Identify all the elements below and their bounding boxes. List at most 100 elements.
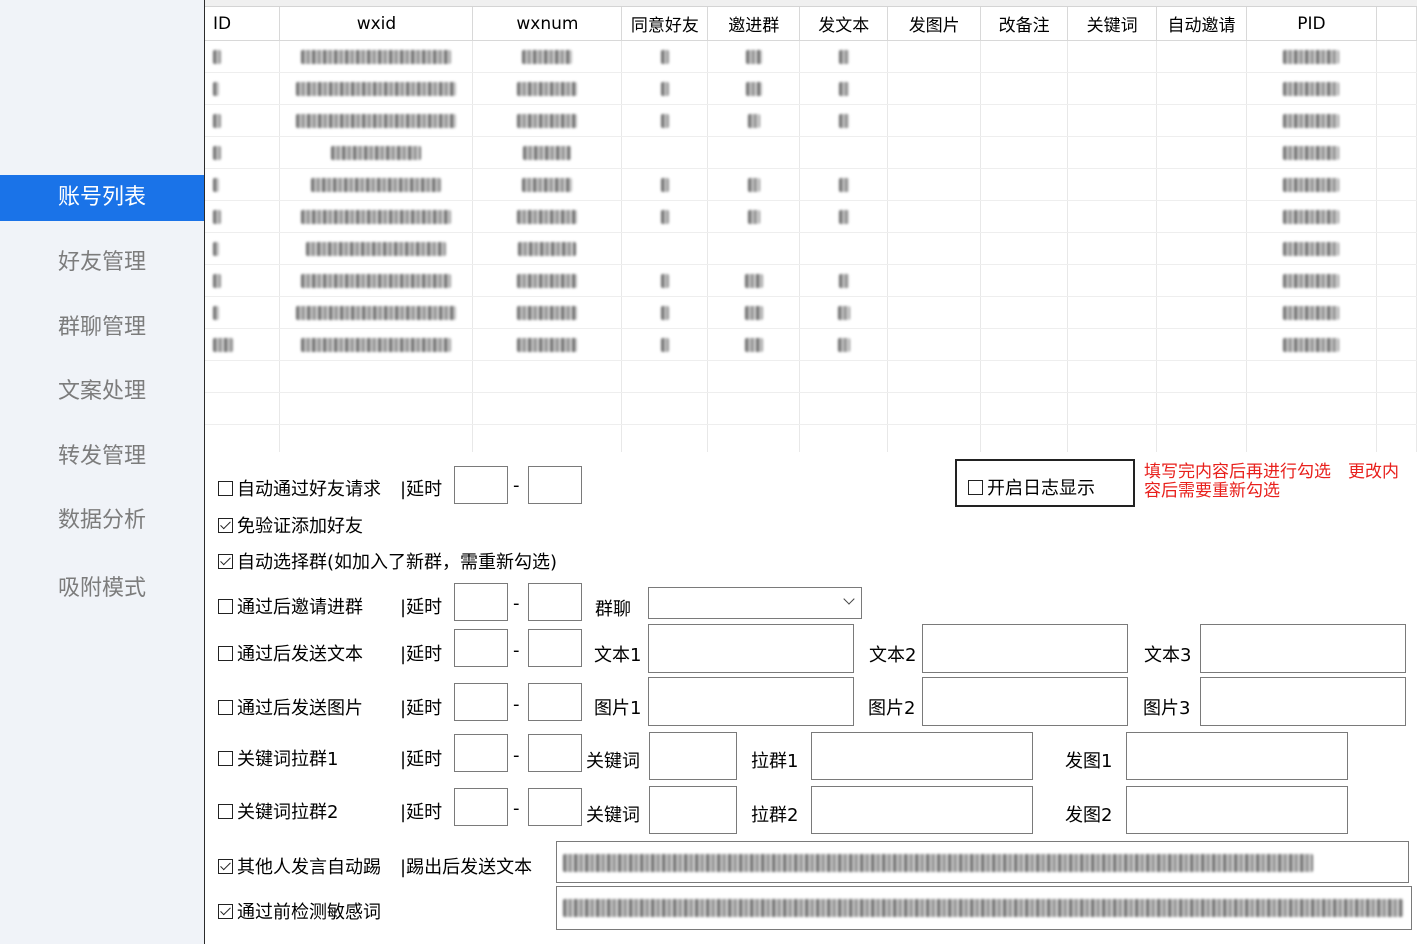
table-cell: [799, 136, 889, 169]
table-cell: [980, 424, 1069, 453]
table-cell: [279, 136, 474, 169]
table-cell: [1067, 360, 1158, 393]
keyword-pull1-checkbox[interactable]: 关键词拉群1: [218, 745, 338, 771]
image3-input[interactable]: [1200, 677, 1406, 726]
table-cell: [1246, 296, 1377, 329]
column-header-auto-invite[interactable]: 自动邀请: [1156, 7, 1248, 41]
table-cell: [707, 200, 801, 233]
column-header-invite-group[interactable]: 邀进群: [707, 7, 801, 41]
delay-min-input[interactable]: [454, 629, 508, 667]
range-dash: -: [513, 798, 520, 819]
group-chat-select[interactable]: [648, 587, 862, 619]
pull-group1-input[interactable]: [811, 732, 1033, 780]
table-row[interactable]: [205, 168, 1417, 201]
column-header-accept-friend[interactable]: 同意好友: [621, 7, 709, 41]
table-cell: [205, 360, 281, 393]
table-row[interactable]: [205, 232, 1417, 265]
text1-input[interactable]: [648, 624, 854, 673]
blurred-value: [747, 113, 760, 128]
table-cell: [1246, 168, 1377, 201]
table-cell: [1067, 424, 1158, 453]
table-cell: [707, 296, 801, 329]
delay-min-input[interactable]: [454, 788, 508, 826]
keyword1-input[interactable]: [649, 732, 737, 780]
table-row[interactable]: [205, 296, 1417, 329]
delay-max-input[interactable]: [528, 583, 582, 621]
sidebar-item-forwarding[interactable]: 转发管理: [0, 434, 204, 480]
sidebar-item-group-management[interactable]: 群聊管理: [0, 305, 204, 351]
table-row[interactable]: [205, 360, 1417, 393]
image1-input[interactable]: [648, 677, 854, 726]
blurred-value: [747, 209, 760, 224]
no-verify-add-checkbox[interactable]: 免验证添加好友: [218, 512, 363, 538]
table-cell: [707, 232, 801, 265]
accounts-table[interactable]: ID wxid wxnum 同意好友 邀进群 发文本 发图片 改备注 关键词 自…: [205, 6, 1417, 453]
blurred-value: [213, 145, 221, 160]
send-image1-input[interactable]: [1126, 732, 1348, 780]
blurred-value: [517, 273, 578, 288]
column-header-id[interactable]: ID: [205, 7, 281, 41]
delay-max-input[interactable]: [528, 466, 582, 504]
table-row[interactable]: [205, 72, 1417, 105]
kick-send-text-input[interactable]: [556, 841, 1409, 883]
sidebar-item-friend-management[interactable]: 好友管理: [0, 240, 204, 286]
checkbox-box: [218, 803, 233, 819]
text2-label: 文本2: [869, 645, 917, 666]
delay-min-input[interactable]: [454, 734, 508, 772]
table-cell: [205, 392, 281, 425]
delay-min-input[interactable]: [454, 466, 508, 504]
column-header-pid[interactable]: PID: [1246, 7, 1377, 41]
auto-accept-checkbox[interactable]: 自动通过好友请求: [218, 475, 381, 501]
table-row[interactable]: [205, 104, 1417, 137]
sidebar-item-copywriting[interactable]: 文案处理: [0, 369, 204, 415]
enable-log-checkbox[interactable]: 开启日志显示: [968, 474, 1095, 500]
send-image-after-checkbox[interactable]: 通过后发送图片: [218, 694, 363, 720]
keyword2-input[interactable]: [649, 786, 737, 834]
text2-input[interactable]: [922, 624, 1128, 673]
sidebar-item-data-analysis[interactable]: 数据分析: [0, 498, 204, 544]
text3-input[interactable]: [1200, 624, 1406, 673]
delay-min-input[interactable]: [454, 683, 508, 721]
table-cell: [887, 360, 982, 393]
delay-max-input[interactable]: [528, 683, 582, 721]
blurred-value: [838, 81, 849, 96]
sensitive-check-label: 通过前检测敏感词: [237, 902, 381, 923]
auto-select-group-checkbox[interactable]: 自动选择群(如加入了新群，需重新勾选): [218, 548, 557, 574]
table-cell: [799, 40, 889, 73]
keyword-pull2-checkbox[interactable]: 关键词拉群2: [218, 798, 338, 824]
table-row[interactable]: [205, 40, 1417, 73]
column-header-send-text[interactable]: 发文本: [799, 7, 889, 41]
auto-kick-checkbox[interactable]: 其他人发言自动踢: [218, 853, 381, 879]
table-row[interactable]: [205, 264, 1417, 297]
column-header-keyword[interactable]: 关键词: [1067, 7, 1158, 41]
sensitive-check-checkbox[interactable]: 通过前检测敏感词: [218, 898, 381, 924]
table-row[interactable]: [205, 136, 1417, 169]
column-header-wxnum[interactable]: wxnum: [472, 7, 623, 41]
image2-input[interactable]: [922, 677, 1128, 726]
delay-max-input[interactable]: [528, 734, 582, 772]
table-row[interactable]: [205, 392, 1417, 425]
pull-group2-input[interactable]: [811, 786, 1033, 834]
delay-min-input[interactable]: [454, 583, 508, 621]
table-row[interactable]: [205, 424, 1417, 453]
sidebar-item-account-list[interactable]: 账号列表: [0, 175, 204, 221]
blurred-value: [744, 273, 763, 288]
column-header-send-image[interactable]: 发图片: [887, 7, 982, 41]
table-cell: [205, 168, 281, 201]
enable-log-label: 开启日志显示: [987, 478, 1095, 499]
invite-after-accept-checkbox[interactable]: 通过后邀请进群: [218, 593, 363, 619]
table-row[interactable]: [205, 328, 1417, 361]
table-row[interactable]: [205, 200, 1417, 233]
column-header-wxid[interactable]: wxid: [279, 7, 474, 41]
sensitive-words-input[interactable]: [556, 886, 1412, 930]
delay-max-input[interactable]: [528, 788, 582, 826]
column-header-change-remark[interactable]: 改备注: [980, 7, 1069, 41]
sidebar-item-snap-mode[interactable]: 吸附模式: [0, 566, 204, 612]
send-text-after-checkbox[interactable]: 通过后发送文本: [218, 640, 363, 666]
send-image2-input[interactable]: [1126, 786, 1348, 834]
table-cell: [205, 40, 281, 73]
table-cell: [887, 40, 982, 73]
table-cell: [799, 360, 889, 393]
delay-max-input[interactable]: [528, 629, 582, 667]
table-cell: [1376, 264, 1417, 297]
